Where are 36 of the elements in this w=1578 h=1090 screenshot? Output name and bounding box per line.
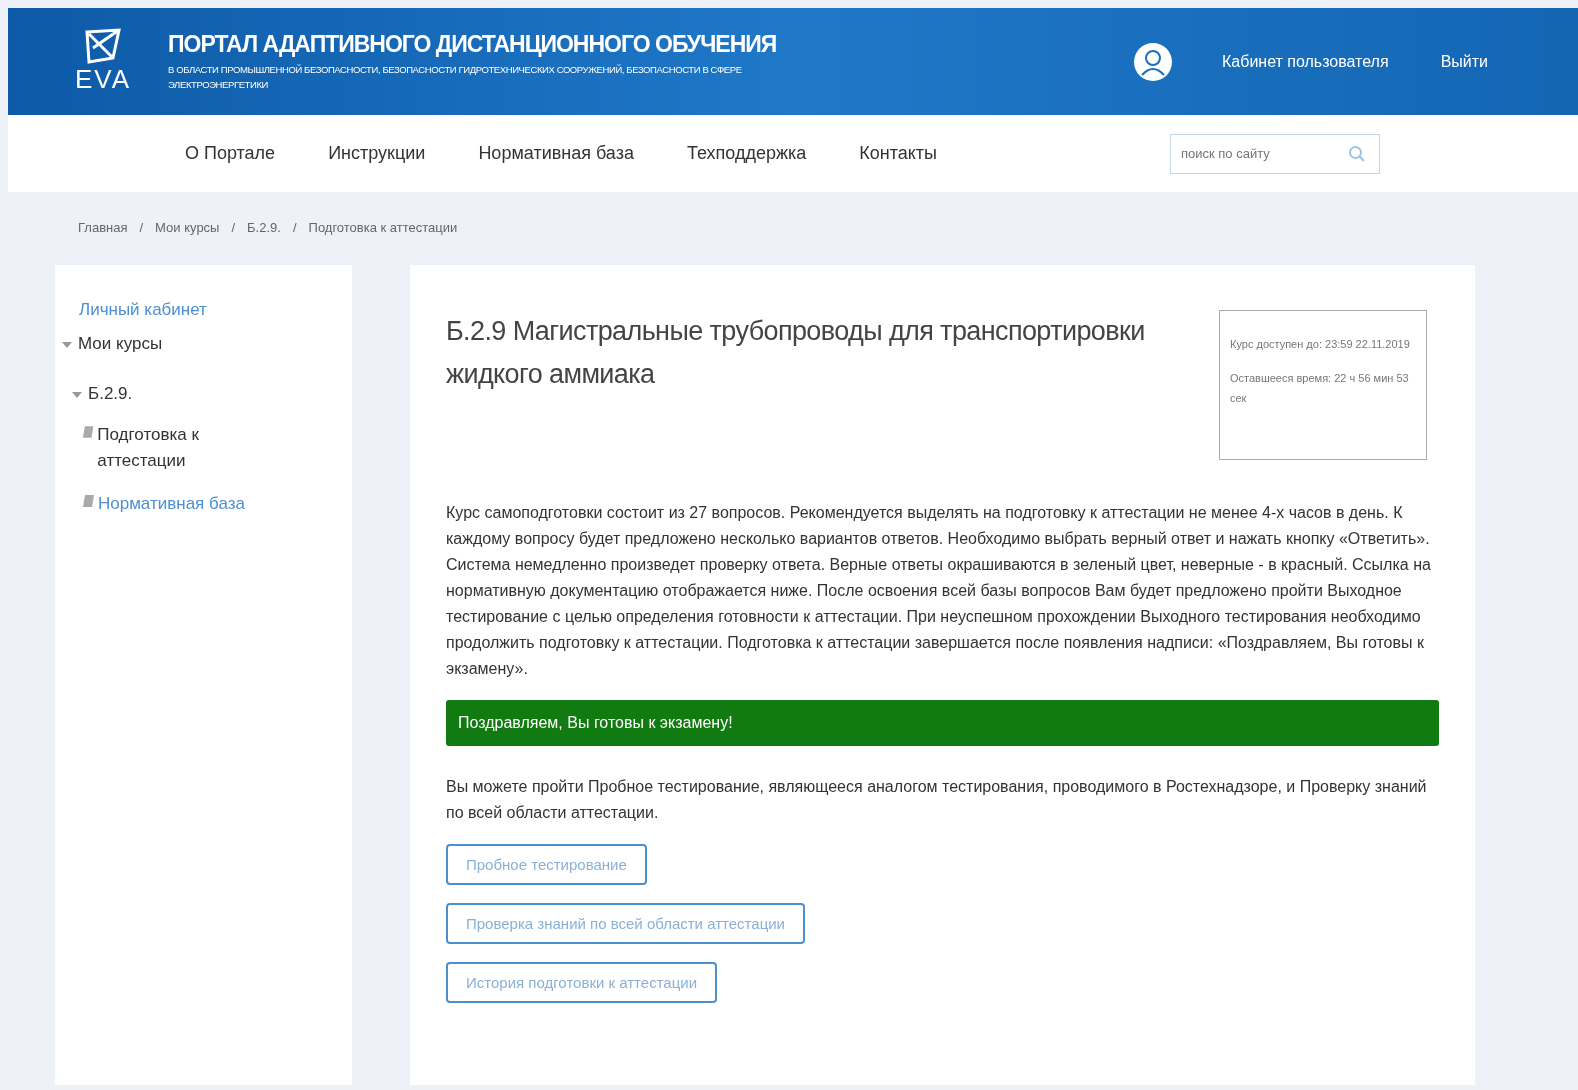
breadcrumb-link[interactable]: Главная	[78, 220, 128, 235]
nav-link[interactable]: Инструкции	[328, 143, 426, 164]
account-link[interactable]: Кабинет пользователя	[1222, 52, 1389, 71]
avatar-icon	[1134, 42, 1172, 81]
course-info-text: Курс доступен до: 23:59 22.11.2019	[1230, 337, 1411, 352]
breadcrumb-separator: /	[139, 220, 144, 235]
breadcrumb-separator: /	[292, 220, 297, 235]
caret-icon[interactable]	[62, 342, 72, 348]
breadcrumb-link[interactable]: Б.2.9.	[247, 220, 281, 235]
tree-item[interactable]: Мои курсы	[78, 334, 163, 354]
success-alert: Поздравляем, Вы готовы к экзамену!	[446, 700, 1439, 746]
course-note: Вы можете пройти Пробное тестирование, являющееся аналогом тестирования, проводимого в Ростехнадзоре, и Проверку знаний по всей области аттестации.	[446, 777, 1428, 823]
tree-item[interactable]: Подготовка к аттестации	[97, 422, 282, 473]
logout-link[interactable]: Выйти	[1440, 52, 1488, 71]
document-icon	[82, 494, 96, 508]
sidebar-link[interactable]: Личный кабинет	[79, 300, 352, 320]
logo-text: EVA	[74, 64, 132, 95]
course-description: Курс самоподготовки состоит из 27 вопросов. Рекомендуется выделять на подготовку к аттестации не менее 4-х часов в день. К каждому вопросу будет предложено несколько вариантов ответов. Необходимо выбрать верный ответ и нажать кнопку «Ответить». Система немедленно произведет проверку ответа. Верные ответы окрашиваются в зеленый цвет, неверные - в красный. Ссылка на нормативную документацию отображается ниже. После освоения всей базы вопросов Вам будет предложено пройти Выходное тестирование с целью определения готовности к аттестации. При неуспешном прохождении Выходного тестирования необходимо продолжить подготовку к аттестации. Подготовка к аттестации завершается после появления надписи: «Поздравляем, Вы готовы к экзамену».	[446, 503, 1432, 679]
tree-item[interactable]: Б.2.9.	[88, 384, 133, 404]
nav-link[interactable]: О Портале	[185, 143, 276, 164]
breadcrumb-link[interactable]: Мои курсы	[155, 220, 220, 235]
logo-icon	[83, 28, 123, 64]
course-info-text: Оставшееся время: 22 ч 56 мин 53 сек	[1230, 370, 1410, 406]
document-icon	[82, 425, 96, 439]
breadcrumb-separator: /	[231, 220, 236, 235]
tree-item[interactable]: Нормативная база	[98, 491, 245, 517]
nav-link[interactable]: Контакты	[859, 143, 937, 164]
nav-link[interactable]: Нормативная база	[478, 143, 634, 164]
course-title: Б.2.9 Магистральные трубопроводы для транспортировки жидкого аммиака	[446, 315, 1146, 392]
nav-link[interactable]: Техподдержка	[686, 143, 807, 164]
search-icon[interactable]	[1348, 144, 1366, 163]
search-field[interactable]: поиск по сайту	[1170, 133, 1380, 174]
breadcrumb-current: Подготовка к аттестации	[308, 220, 458, 235]
portal-title: ПОРТАЛ АДАПТИВНОГО ДИСТАНЦИОННОГО ОБУЧЕНИЯ	[168, 30, 778, 58]
caret-icon[interactable]	[72, 392, 82, 398]
portal-subtitle: В ОБЛАСТИ ПРОМЫШЛЕННОЙ БЕЗОПАСНОСТИ, БЕЗОПАСНОСТИ ГИДРОТЕХНИЧЕСКИХ СООРУЖЕНИЙ, БЕЗОПАСНОСТИ В СФЕРЕ ЭЛЕКТРОЭНЕРГЕТИКИ	[168, 62, 743, 92]
